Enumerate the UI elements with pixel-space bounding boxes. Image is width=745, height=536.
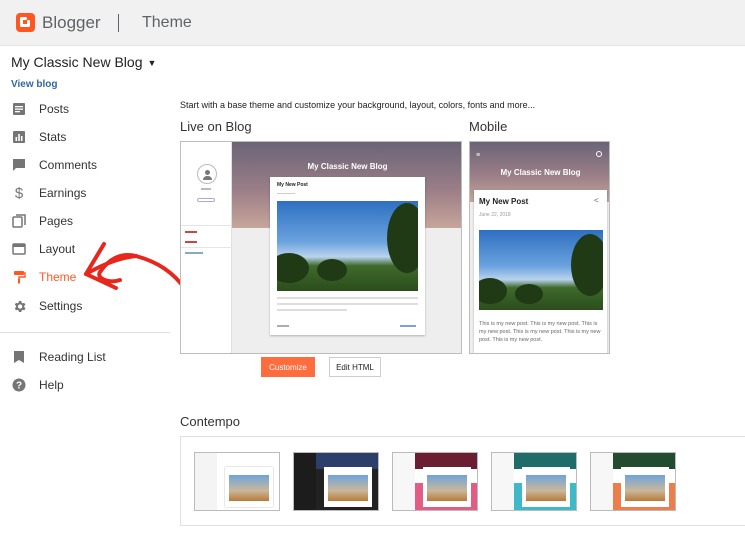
header-divider (118, 14, 119, 32)
pages-icon (11, 213, 27, 229)
sidebar-item-comments[interactable]: Comments (11, 154, 97, 176)
mobile-post-title: My New Post (479, 197, 529, 206)
sidebar-item-theme[interactable]: Theme (11, 266, 76, 288)
sidebar-item-label: Theme (39, 270, 77, 284)
mobile-preview[interactable]: ≡ My Classic New Blog My New Post < June… (469, 141, 610, 354)
sidebar-item-reading-list[interactable]: Reading List (11, 346, 106, 368)
sidebar-item-help[interactable]: ? Help (11, 374, 64, 396)
chevron-down-icon: ▼ (147, 58, 157, 69)
theme-gallery-label: Contempo (180, 414, 240, 429)
mobile-post-body: This is my new post. This is my new post… (479, 321, 601, 343)
stats-icon (11, 129, 27, 145)
sidebar-item-earnings[interactable]: $ Earnings (11, 182, 87, 204)
bookmark-icon (11, 349, 27, 365)
preview-post-title: My New Post (277, 182, 308, 188)
top-bar: Blogger Theme (0, 0, 745, 46)
mobile-blog-title: My Classic New Blog (500, 168, 581, 177)
view-blog-link[interactable]: View blog (11, 79, 58, 90)
preview-post-image (277, 201, 418, 291)
help-icon: ? (11, 377, 27, 393)
sidebar-item-label: Posts (39, 102, 70, 116)
theme-thumbnail[interactable] (590, 452, 676, 511)
posts-icon (11, 101, 27, 117)
preview-sidebar (181, 142, 232, 353)
blog-selector[interactable]: My Classic New Blog ▼ (11, 54, 156, 70)
theme-gallery (180, 436, 745, 526)
svg-text:?: ? (16, 381, 22, 392)
preview-post-card: My New Post (270, 177, 425, 335)
sidebar-item-label: Settings (39, 299, 83, 313)
mobile-post-card: My New Post < June 22, 2018 This is my n… (474, 190, 607, 353)
search-icon (596, 151, 602, 157)
blogger-logo-icon[interactable] (16, 13, 35, 32)
avatar (197, 164, 217, 184)
mobile-post-image (479, 230, 603, 310)
intro-text: Start with a base theme and customize yo… (180, 100, 536, 110)
mobile-label: Mobile (469, 119, 508, 134)
share-icon: < (594, 196, 599, 205)
blog-name: My Classic New Blog (11, 54, 143, 70)
edit-html-button[interactable]: Edit HTML (329, 357, 381, 377)
brand-name[interactable]: Blogger (42, 13, 101, 33)
sidebar-item-label: Stats (39, 130, 67, 144)
paint-roller-icon (11, 269, 27, 285)
page-title: Theme (142, 14, 192, 31)
sidebar-item-label: Comments (39, 158, 98, 172)
theme-thumbnail[interactable] (194, 452, 280, 511)
sidebar-item-label: Help (39, 378, 64, 392)
sidebar-item-settings[interactable]: Settings (11, 295, 82, 317)
live-on-blog-label: Live on Blog (180, 119, 252, 134)
sidebar-item-label: Reading List (39, 350, 106, 364)
menu-icon: ≡ (476, 152, 481, 159)
sidebar-item-label: Layout (39, 242, 76, 256)
comments-icon (11, 157, 27, 173)
sidebar-item-posts[interactable]: Posts (11, 98, 69, 120)
sidebar-item-pages[interactable]: Pages (11, 210, 73, 232)
mobile-post-date: June 22, 2018 (479, 212, 511, 218)
theme-thumbnail[interactable] (392, 452, 478, 511)
theme-thumbnail[interactable] (491, 452, 577, 511)
layout-icon (11, 241, 27, 257)
customize-button[interactable]: Customize (261, 357, 315, 377)
desktop-preview[interactable]: My Classic New Blog My New Post (180, 141, 462, 354)
sidebar-divider (0, 332, 170, 333)
sidebar-item-label: Pages (39, 214, 74, 228)
gear-icon (11, 298, 27, 314)
dollar-icon: $ (14, 184, 24, 202)
sidebar-item-stats[interactable]: Stats (11, 126, 66, 148)
sidebar-item-label: Earnings (39, 186, 87, 200)
preview-blog-title: My Classic New Blog (307, 162, 388, 171)
sidebar-item-layout[interactable]: Layout (11, 238, 75, 260)
theme-thumbnail[interactable] (293, 452, 379, 511)
